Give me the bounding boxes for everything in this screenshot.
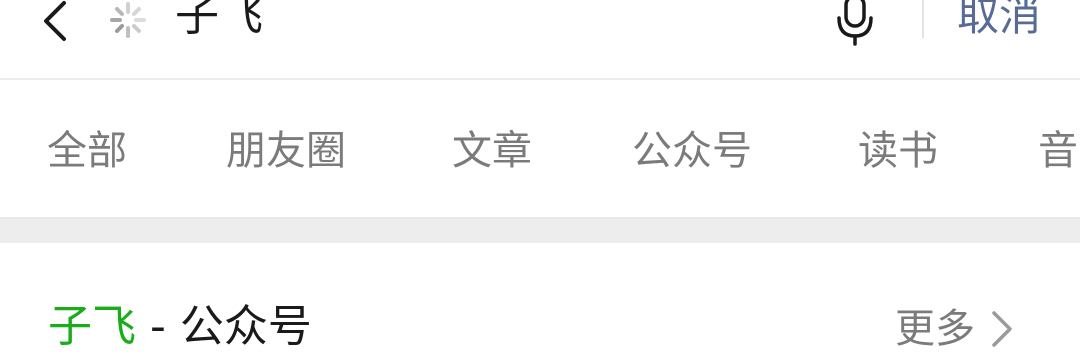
section-title: 子飞 - 公众号 <box>48 299 312 355</box>
section-suffix: - 公众号 <box>136 301 312 352</box>
search-divider <box>922 0 924 38</box>
back-button[interactable] <box>30 0 80 46</box>
tab-reading[interactable]: 读书 <box>858 126 938 176</box>
more-label: 更多 <box>895 306 975 352</box>
tab-music[interactable]: 音 <box>1038 126 1078 176</box>
cancel-button[interactable]: 取消 <box>957 0 1041 46</box>
more-button[interactable]: 更多 <box>895 301 1015 357</box>
search-input[interactable]: 子飞 <box>175 0 263 46</box>
section-header: 子飞 - 公众号 更多 <box>0 243 1080 352</box>
tab-official-accounts[interactable]: 公众号 <box>632 126 752 176</box>
category-tabs: 全部 朋友圈 文章 公众号 读书 音 <box>0 80 1080 217</box>
microphone-icon[interactable] <box>832 0 878 46</box>
tab-all[interactable]: 全部 <box>47 126 127 176</box>
section-keyword: 子飞 <box>48 301 136 352</box>
tab-moments[interactable]: 朋友圈 <box>226 126 346 176</box>
chevron-right-icon <box>992 311 1012 347</box>
tab-articles[interactable]: 文章 <box>452 126 532 176</box>
chevron-left-icon <box>44 1 66 41</box>
loading-spinner-icon <box>110 2 146 38</box>
section-gap <box>0 219 1080 243</box>
search-bar: 子飞 取消 <box>0 0 1080 78</box>
